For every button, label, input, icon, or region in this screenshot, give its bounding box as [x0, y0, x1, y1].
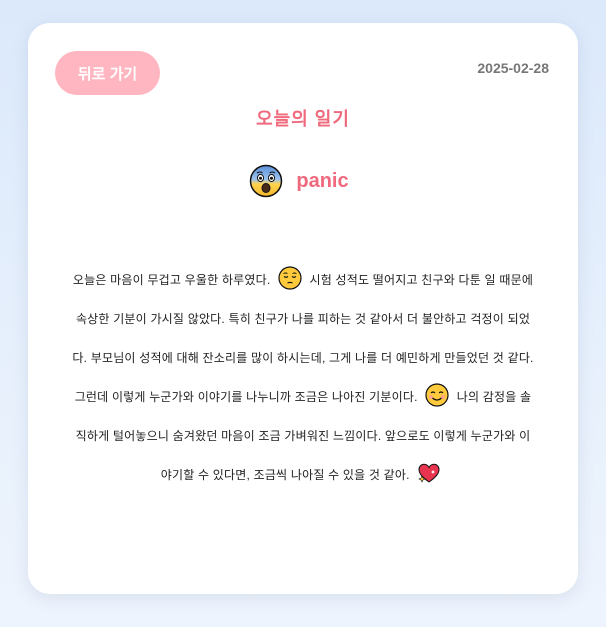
diary-body: 오늘은 마음이 무겁고 우울한 하루였다. 시험 성적도 떨어지고 친구와 다툰… [72, 261, 534, 495]
diary-card: 뒤로 가기 2025-02-28 오늘의 일기 panic 오늘은 마음이 무겁… [28, 23, 578, 594]
smiling-face-icon [425, 383, 449, 407]
emotion-label: panic [296, 169, 349, 192]
screaming-face-icon [249, 164, 283, 198]
diary-text: 오늘은 마음이 무겁고 우울한 하루였다. [72, 273, 271, 287]
diary-date: 2025-02-28 [477, 60, 549, 76]
page-title: 오늘의 일기 [256, 109, 350, 129]
back-button[interactable]: 뒤로 가기 [55, 51, 160, 95]
sparkling-heart-icon [417, 461, 441, 485]
emotion-row: panic [28, 163, 578, 199]
diary-text: 시험 성적도 떨어지고 친구와 다툰 일 때문에 속상한 기분이 가시질 않았다… [72, 273, 534, 404]
pensive-face-icon [278, 266, 302, 290]
